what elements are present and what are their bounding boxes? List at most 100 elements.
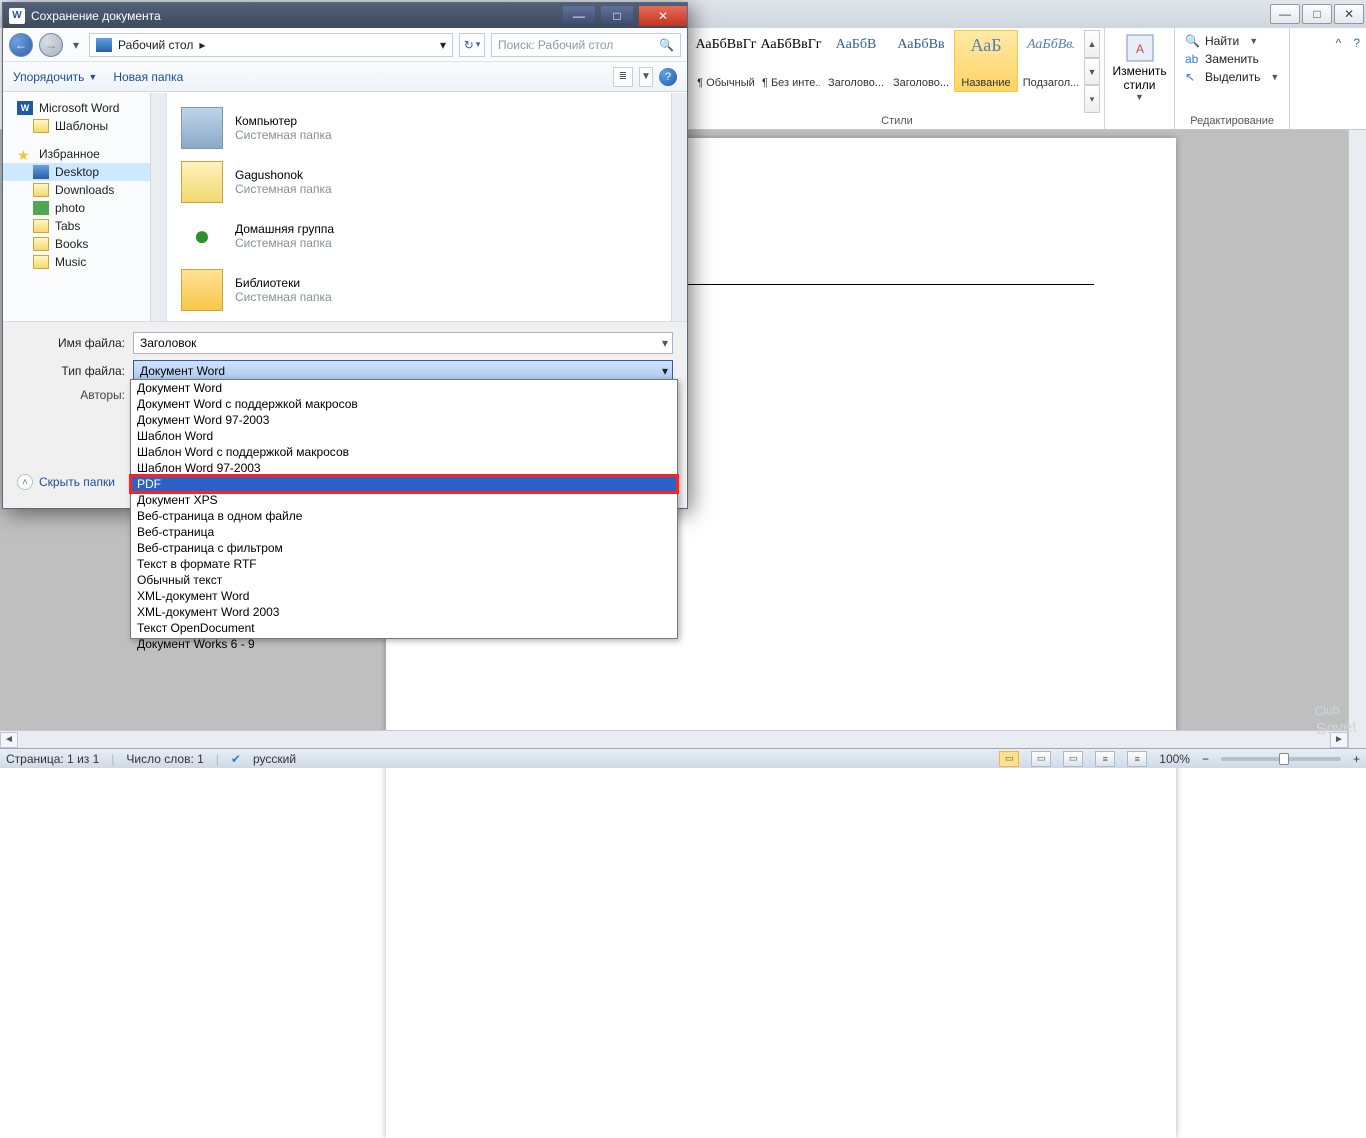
new-folder-button[interactable]: Новая папка [113,70,183,84]
view-draft[interactable]: ≡ [1127,751,1147,767]
style-heading2[interactable]: АаБбВвЗаголово... [889,30,953,92]
tree-scrollbar[interactable] [150,93,166,321]
filetype-option-pdf[interactable]: PDF [131,476,677,492]
chevron-down-icon[interactable]: ▾ [662,364,668,378]
item-homegroup[interactable]: Домашняя группаСистемная папка [175,209,679,263]
zoom-out[interactable]: − [1202,752,1209,766]
folder-contents: КомпьютерСистемная папка GagushonokСисте… [167,93,687,321]
item-libraries[interactable]: БиблиотекиСистемная папка [175,263,679,317]
filetype-option[interactable]: Шаблон Word с поддержкой макросов [131,444,677,460]
filetype-option[interactable]: Текст в формате RTF [131,556,677,572]
item-computer[interactable]: КомпьютерСистемная папка [175,101,679,155]
hscroll-left[interactable]: ◄ [0,732,18,748]
tree-music[interactable]: Music [3,253,166,271]
filetype-dropdown-list: Документ Word Документ Word с поддержкой… [130,379,678,639]
ribbon-collapse-button[interactable]: ^ [1336,36,1342,50]
style-no-spacing[interactable]: АаБбВвГг¶ Без инте... [759,30,823,92]
dialog-help-button[interactable]: ? [659,68,677,86]
filetype-option[interactable]: Документ Word [131,380,677,396]
dialog-title-text: Сохранение документа [31,9,161,23]
nav-history-dropdown[interactable]: ▾ [69,33,83,57]
window-minimize-button[interactable]: — [1270,4,1300,24]
folder-icon [33,219,49,233]
tree-msword[interactable]: WMicrosoft Word [3,99,166,117]
filetype-option[interactable]: Веб-страница [131,524,677,540]
zoom-slider[interactable] [1221,757,1341,761]
chevron-down-icon[interactable]: ▾ [662,336,668,350]
breadcrumb-arrow-icon[interactable]: ▸ [199,38,205,52]
filetype-option[interactable]: Документ Word 97-2003 [131,412,677,428]
view-outline[interactable]: ≡ [1095,751,1115,767]
filename-input[interactable]: Заголовок▾ [133,332,673,354]
window-maximize-button[interactable]: □ [1302,4,1332,24]
style-normal[interactable]: АаБбВвГг¶ Обычный [694,30,758,92]
vertical-scrollbar[interactable] [1348,130,1366,748]
nav-forward-button[interactable]: → [39,33,63,57]
filetype-option[interactable]: XML-документ Word [131,588,677,604]
contents-scrollbar[interactable] [671,93,687,321]
nav-tree: WMicrosoft Word Шаблоны ★Избранное Deskt… [3,93,167,321]
status-page[interactable]: Страница: 1 из 1 [6,752,99,766]
tree-photo[interactable]: photo [3,199,166,217]
organize-button[interactable]: Упорядочить ▼ [13,70,97,84]
zoom-level[interactable]: 100% [1159,752,1190,766]
view-mode-dropdown[interactable]: ▼ [639,67,653,87]
search-input[interactable]: Поиск: Рабочий стол 🔍 [491,33,681,57]
select-button[interactable]: ↖Выделить▼ [1185,68,1279,86]
style-subtitle[interactable]: АаБбВв.Подзагол... [1019,30,1083,92]
change-styles-group[interactable]: A Изменить стили ▼ [1105,28,1175,129]
filetype-option[interactable]: XML-документ Word 2003 [131,604,677,620]
view-print-layout[interactable]: ▭ [999,751,1019,767]
window-close-button[interactable]: ✕ [1334,4,1364,24]
replace-button[interactable]: abЗаменить [1185,50,1279,68]
refresh-button[interactable]: ↻▾ [459,33,485,57]
find-button[interactable]: 🔍Найти▼ [1185,32,1279,50]
filetype-option[interactable]: Обычный текст [131,572,677,588]
tree-tabs[interactable]: Tabs [3,217,166,235]
tree-favorites[interactable]: ★Избранное [3,145,166,163]
tree-desktop[interactable]: Desktop [3,163,166,181]
filetype-option[interactable]: Веб-страница в одном файле [131,508,677,524]
status-language[interactable]: русский [253,752,296,766]
view-fullscreen[interactable]: ▭ [1031,751,1051,767]
filetype-option[interactable]: Шаблон Word 97-2003 [131,460,677,476]
view-mode-button[interactable]: ≣ [613,67,633,87]
horizontal-scrollbar[interactable]: ◄ ► [0,730,1348,748]
filetype-label: Тип файла: [17,364,125,378]
filetype-option[interactable]: Документ Works 6 - 9 [131,636,677,652]
nav-back-button[interactable]: ← [9,33,33,57]
hide-folders-button[interactable]: ˄ Скрыть папки [17,474,115,490]
dialog-minimize-button[interactable]: — [563,6,595,26]
address-breadcrumb[interactable]: Рабочий стол ▸ ▾ [89,33,453,57]
tree-books[interactable]: Books [3,235,166,253]
item-user-folder[interactable]: GagushonokСистемная папка [175,155,679,209]
star-icon: ★ [17,147,33,161]
style-title[interactable]: АаБНазвание [954,30,1018,92]
dialog-titlebar[interactable]: W Сохранение документа — □ ✕ [3,3,687,28]
status-wordcount[interactable]: Число слов: 1 [126,752,203,766]
word-icon: W [9,8,25,24]
styles-gallery-scroll[interactable]: ▲▼▾ [1084,30,1100,113]
folder-icon [33,201,49,215]
zoom-in[interactable]: + [1353,752,1360,766]
filetype-option[interactable]: Текст OpenDocument [131,620,677,636]
replace-icon: ab [1185,52,1199,66]
style-heading1[interactable]: АаБбВЗаголово... [824,30,888,92]
tree-templates[interactable]: Шаблоны [3,117,166,135]
proofing-icon[interactable]: ✔ [231,752,241,766]
computer-icon [181,107,223,149]
editing-group-label: Редактирование [1175,115,1289,127]
filetype-option[interactable]: Документ Word с поддержкой макросов [131,396,677,412]
breadcrumb-dropdown-icon[interactable]: ▾ [440,38,446,52]
filetype-option[interactable]: Веб-страница с фильтром [131,540,677,556]
dialog-maximize-button[interactable]: □ [601,6,633,26]
filetype-option[interactable]: Шаблон Word [131,428,677,444]
filetype-option[interactable]: Документ XPS [131,492,677,508]
status-bar: Страница: 1 из 1 | Число слов: 1 | ✔ рус… [0,748,1366,768]
view-web[interactable]: ▭ [1063,751,1083,767]
dialog-toolbar: Упорядочить ▼ Новая папка ≣ ▼ ? [3,62,687,92]
styles-group-label: Стили [690,115,1104,127]
tree-downloads[interactable]: Downloads [3,181,166,199]
ribbon-help-button[interactable]: ? [1353,36,1360,50]
dialog-close-button[interactable]: ✕ [639,6,687,26]
